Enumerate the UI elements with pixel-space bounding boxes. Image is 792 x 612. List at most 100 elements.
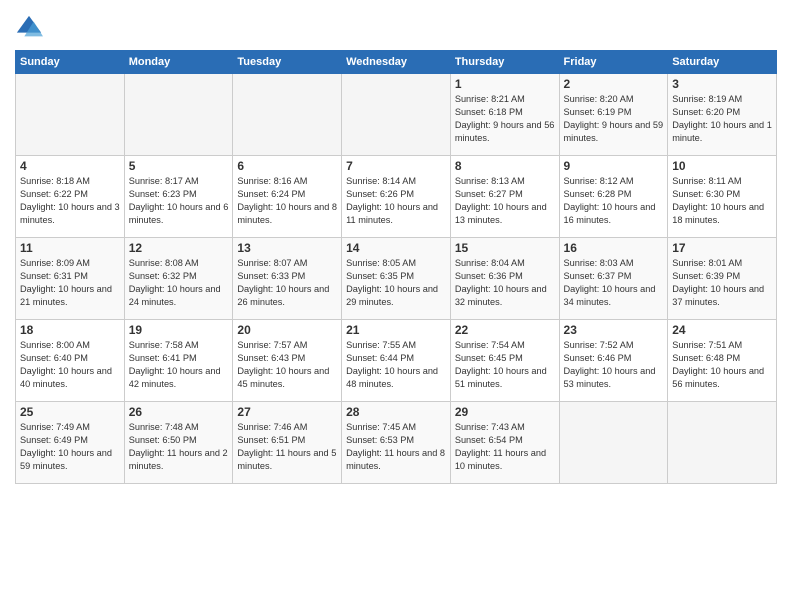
day-info: Sunrise: 8:01 AMSunset: 6:39 PMDaylight:… xyxy=(672,257,772,309)
calendar-cell xyxy=(124,74,233,156)
calendar-cell: 12 Sunrise: 8:08 AMSunset: 6:32 PMDayligh… xyxy=(124,238,233,320)
day-info: Sunrise: 8:07 AMSunset: 6:33 PMDaylight:… xyxy=(237,257,337,309)
weekday-friday: Friday xyxy=(559,51,668,74)
day-number: 12 xyxy=(129,241,229,255)
day-number: 27 xyxy=(237,405,337,419)
calendar-cell: 8 Sunrise: 8:13 AMSunset: 6:27 PMDaylight… xyxy=(450,156,559,238)
day-info: Sunrise: 8:03 AMSunset: 6:37 PMDaylight:… xyxy=(564,257,664,309)
calendar-cell: 3 Sunrise: 8:19 AMSunset: 6:20 PMDaylight… xyxy=(668,74,777,156)
day-number: 15 xyxy=(455,241,555,255)
page: SundayMondayTuesdayWednesdayThursdayFrid… xyxy=(0,0,792,612)
day-number: 25 xyxy=(20,405,120,419)
day-info: Sunrise: 8:13 AMSunset: 6:27 PMDaylight:… xyxy=(455,175,555,227)
day-number: 20 xyxy=(237,323,337,337)
day-info: Sunrise: 8:04 AMSunset: 6:36 PMDaylight:… xyxy=(455,257,555,309)
calendar-cell: 10 Sunrise: 8:11 AMSunset: 6:30 PMDayligh… xyxy=(668,156,777,238)
day-info: Sunrise: 7:55 AMSunset: 6:44 PMDaylight:… xyxy=(346,339,446,391)
day-info: Sunrise: 8:14 AMSunset: 6:26 PMDaylight:… xyxy=(346,175,446,227)
calendar-cell: 23 Sunrise: 7:52 AMSunset: 6:46 PMDayligh… xyxy=(559,320,668,402)
day-number: 24 xyxy=(672,323,772,337)
calendar-cell: 7 Sunrise: 8:14 AMSunset: 6:26 PMDaylight… xyxy=(342,156,451,238)
calendar-week-1: 1 Sunrise: 8:21 AMSunset: 6:18 PMDaylight… xyxy=(16,74,777,156)
logo xyxy=(15,14,47,42)
calendar-cell: 17 Sunrise: 8:01 AMSunset: 6:39 PMDayligh… xyxy=(668,238,777,320)
day-info: Sunrise: 8:05 AMSunset: 6:35 PMDaylight:… xyxy=(346,257,446,309)
day-info: Sunrise: 7:57 AMSunset: 6:43 PMDaylight:… xyxy=(237,339,337,391)
calendar-cell: 1 Sunrise: 8:21 AMSunset: 6:18 PMDaylight… xyxy=(450,74,559,156)
day-info: Sunrise: 8:12 AMSunset: 6:28 PMDaylight:… xyxy=(564,175,664,227)
day-info: Sunrise: 7:54 AMSunset: 6:45 PMDaylight:… xyxy=(455,339,555,391)
day-number: 19 xyxy=(129,323,229,337)
day-info: Sunrise: 8:00 AMSunset: 6:40 PMDaylight:… xyxy=(20,339,120,391)
calendar-cell: 27 Sunrise: 7:46 AMSunset: 6:51 PMDayligh… xyxy=(233,402,342,484)
day-info: Sunrise: 7:48 AMSunset: 6:50 PMDaylight:… xyxy=(129,421,229,473)
calendar-cell xyxy=(559,402,668,484)
day-number: 11 xyxy=(20,241,120,255)
day-info: Sunrise: 7:52 AMSunset: 6:46 PMDaylight:… xyxy=(564,339,664,391)
calendar-cell: 24 Sunrise: 7:51 AMSunset: 6:48 PMDayligh… xyxy=(668,320,777,402)
calendar-cell: 5 Sunrise: 8:17 AMSunset: 6:23 PMDaylight… xyxy=(124,156,233,238)
calendar-cell xyxy=(342,74,451,156)
day-info: Sunrise: 8:11 AMSunset: 6:30 PMDaylight:… xyxy=(672,175,772,227)
calendar-cell: 6Sunrise: 8:16 AMSunset: 6:24 PMDaylight… xyxy=(233,156,342,238)
calendar-week-2: 4 Sunrise: 8:18 AMSunset: 6:22 PMDaylight… xyxy=(16,156,777,238)
calendar-cell xyxy=(668,402,777,484)
logo-icon xyxy=(15,14,43,42)
calendar-cell: 21 Sunrise: 7:55 AMSunset: 6:44 PMDayligh… xyxy=(342,320,451,402)
day-number: 10 xyxy=(672,159,772,173)
day-number: 8 xyxy=(455,159,555,173)
day-number: 2 xyxy=(564,77,664,91)
calendar-cell: 18 Sunrise: 8:00 AMSunset: 6:40 PMDayligh… xyxy=(16,320,125,402)
calendar-cell: 9 Sunrise: 8:12 AMSunset: 6:28 PMDaylight… xyxy=(559,156,668,238)
day-number: 7 xyxy=(346,159,446,173)
calendar-week-5: 25 Sunrise: 7:49 AMSunset: 6:49 PMDayligh… xyxy=(16,402,777,484)
day-number: 13 xyxy=(237,241,337,255)
day-number: 14 xyxy=(346,241,446,255)
day-number: 4 xyxy=(20,159,120,173)
day-info: Sunrise: 7:46 AMSunset: 6:51 PMDaylight:… xyxy=(237,421,337,473)
day-number: 1 xyxy=(455,77,555,91)
day-info: Sunrise: 7:51 AMSunset: 6:48 PMDaylight:… xyxy=(672,339,772,391)
day-info: Sunrise: 8:20 AMSunset: 6:19 PMDaylight:… xyxy=(564,93,664,145)
day-number: 3 xyxy=(672,77,772,91)
day-number: 21 xyxy=(346,323,446,337)
day-info: Sunrise: 8:08 AMSunset: 6:32 PMDaylight:… xyxy=(129,257,229,309)
calendar-cell: 29 Sunrise: 7:43 AMSunset: 6:54 PMDayligh… xyxy=(450,402,559,484)
weekday-saturday: Saturday xyxy=(668,51,777,74)
weekday-header-row: SundayMondayTuesdayWednesdayThursdayFrid… xyxy=(16,51,777,74)
day-number: 16 xyxy=(564,241,664,255)
day-number: 17 xyxy=(672,241,772,255)
day-number: 5 xyxy=(129,159,229,173)
calendar-table: SundayMondayTuesdayWednesdayThursdayFrid… xyxy=(15,50,777,484)
calendar-cell: 2 Sunrise: 8:20 AMSunset: 6:19 PMDaylight… xyxy=(559,74,668,156)
calendar-cell: 4 Sunrise: 8:18 AMSunset: 6:22 PMDaylight… xyxy=(16,156,125,238)
day-number: 18 xyxy=(20,323,120,337)
weekday-wednesday: Wednesday xyxy=(342,51,451,74)
day-info: Sunrise: 8:18 AMSunset: 6:22 PMDaylight:… xyxy=(20,175,120,227)
day-number: 29 xyxy=(455,405,555,419)
calendar-cell: 22 Sunrise: 7:54 AMSunset: 6:45 PMDayligh… xyxy=(450,320,559,402)
day-info: Sunrise: 8:17 AMSunset: 6:23 PMDaylight:… xyxy=(129,175,229,227)
day-info: Sunrise: 8:09 AMSunset: 6:31 PMDaylight:… xyxy=(20,257,120,309)
day-info: Sunrise: 8:19 AMSunset: 6:20 PMDaylight:… xyxy=(672,93,772,145)
day-info: Sunrise: 7:43 AMSunset: 6:54 PMDaylight:… xyxy=(455,421,555,473)
day-number: 23 xyxy=(564,323,664,337)
calendar-cell: 14 Sunrise: 8:05 AMSunset: 6:35 PMDayligh… xyxy=(342,238,451,320)
day-number: 6 xyxy=(237,159,337,173)
calendar-cell: 26Sunrise: 7:48 AMSunset: 6:50 PMDayligh… xyxy=(124,402,233,484)
calendar-cell xyxy=(233,74,342,156)
calendar-cell: 13 Sunrise: 8:07 AMSunset: 6:33 PMDayligh… xyxy=(233,238,342,320)
calendar-week-4: 18 Sunrise: 8:00 AMSunset: 6:40 PMDayligh… xyxy=(16,320,777,402)
calendar-cell: 19Sunrise: 7:58 AMSunset: 6:41 PMDayligh… xyxy=(124,320,233,402)
calendar-cell xyxy=(16,74,125,156)
day-info: Sunrise: 7:45 AMSunset: 6:53 PMDaylight:… xyxy=(346,421,446,473)
weekday-monday: Monday xyxy=(124,51,233,74)
calendar-cell: 25 Sunrise: 7:49 AMSunset: 6:49 PMDayligh… xyxy=(16,402,125,484)
calendar-cell: 28Sunrise: 7:45 AMSunset: 6:53 PMDayligh… xyxy=(342,402,451,484)
day-info: Sunrise: 7:49 AMSunset: 6:49 PMDaylight:… xyxy=(20,421,120,473)
weekday-thursday: Thursday xyxy=(450,51,559,74)
day-number: 22 xyxy=(455,323,555,337)
day-number: 9 xyxy=(564,159,664,173)
day-info: Sunrise: 8:21 AMSunset: 6:18 PMDaylight:… xyxy=(455,93,555,145)
weekday-sunday: Sunday xyxy=(16,51,125,74)
